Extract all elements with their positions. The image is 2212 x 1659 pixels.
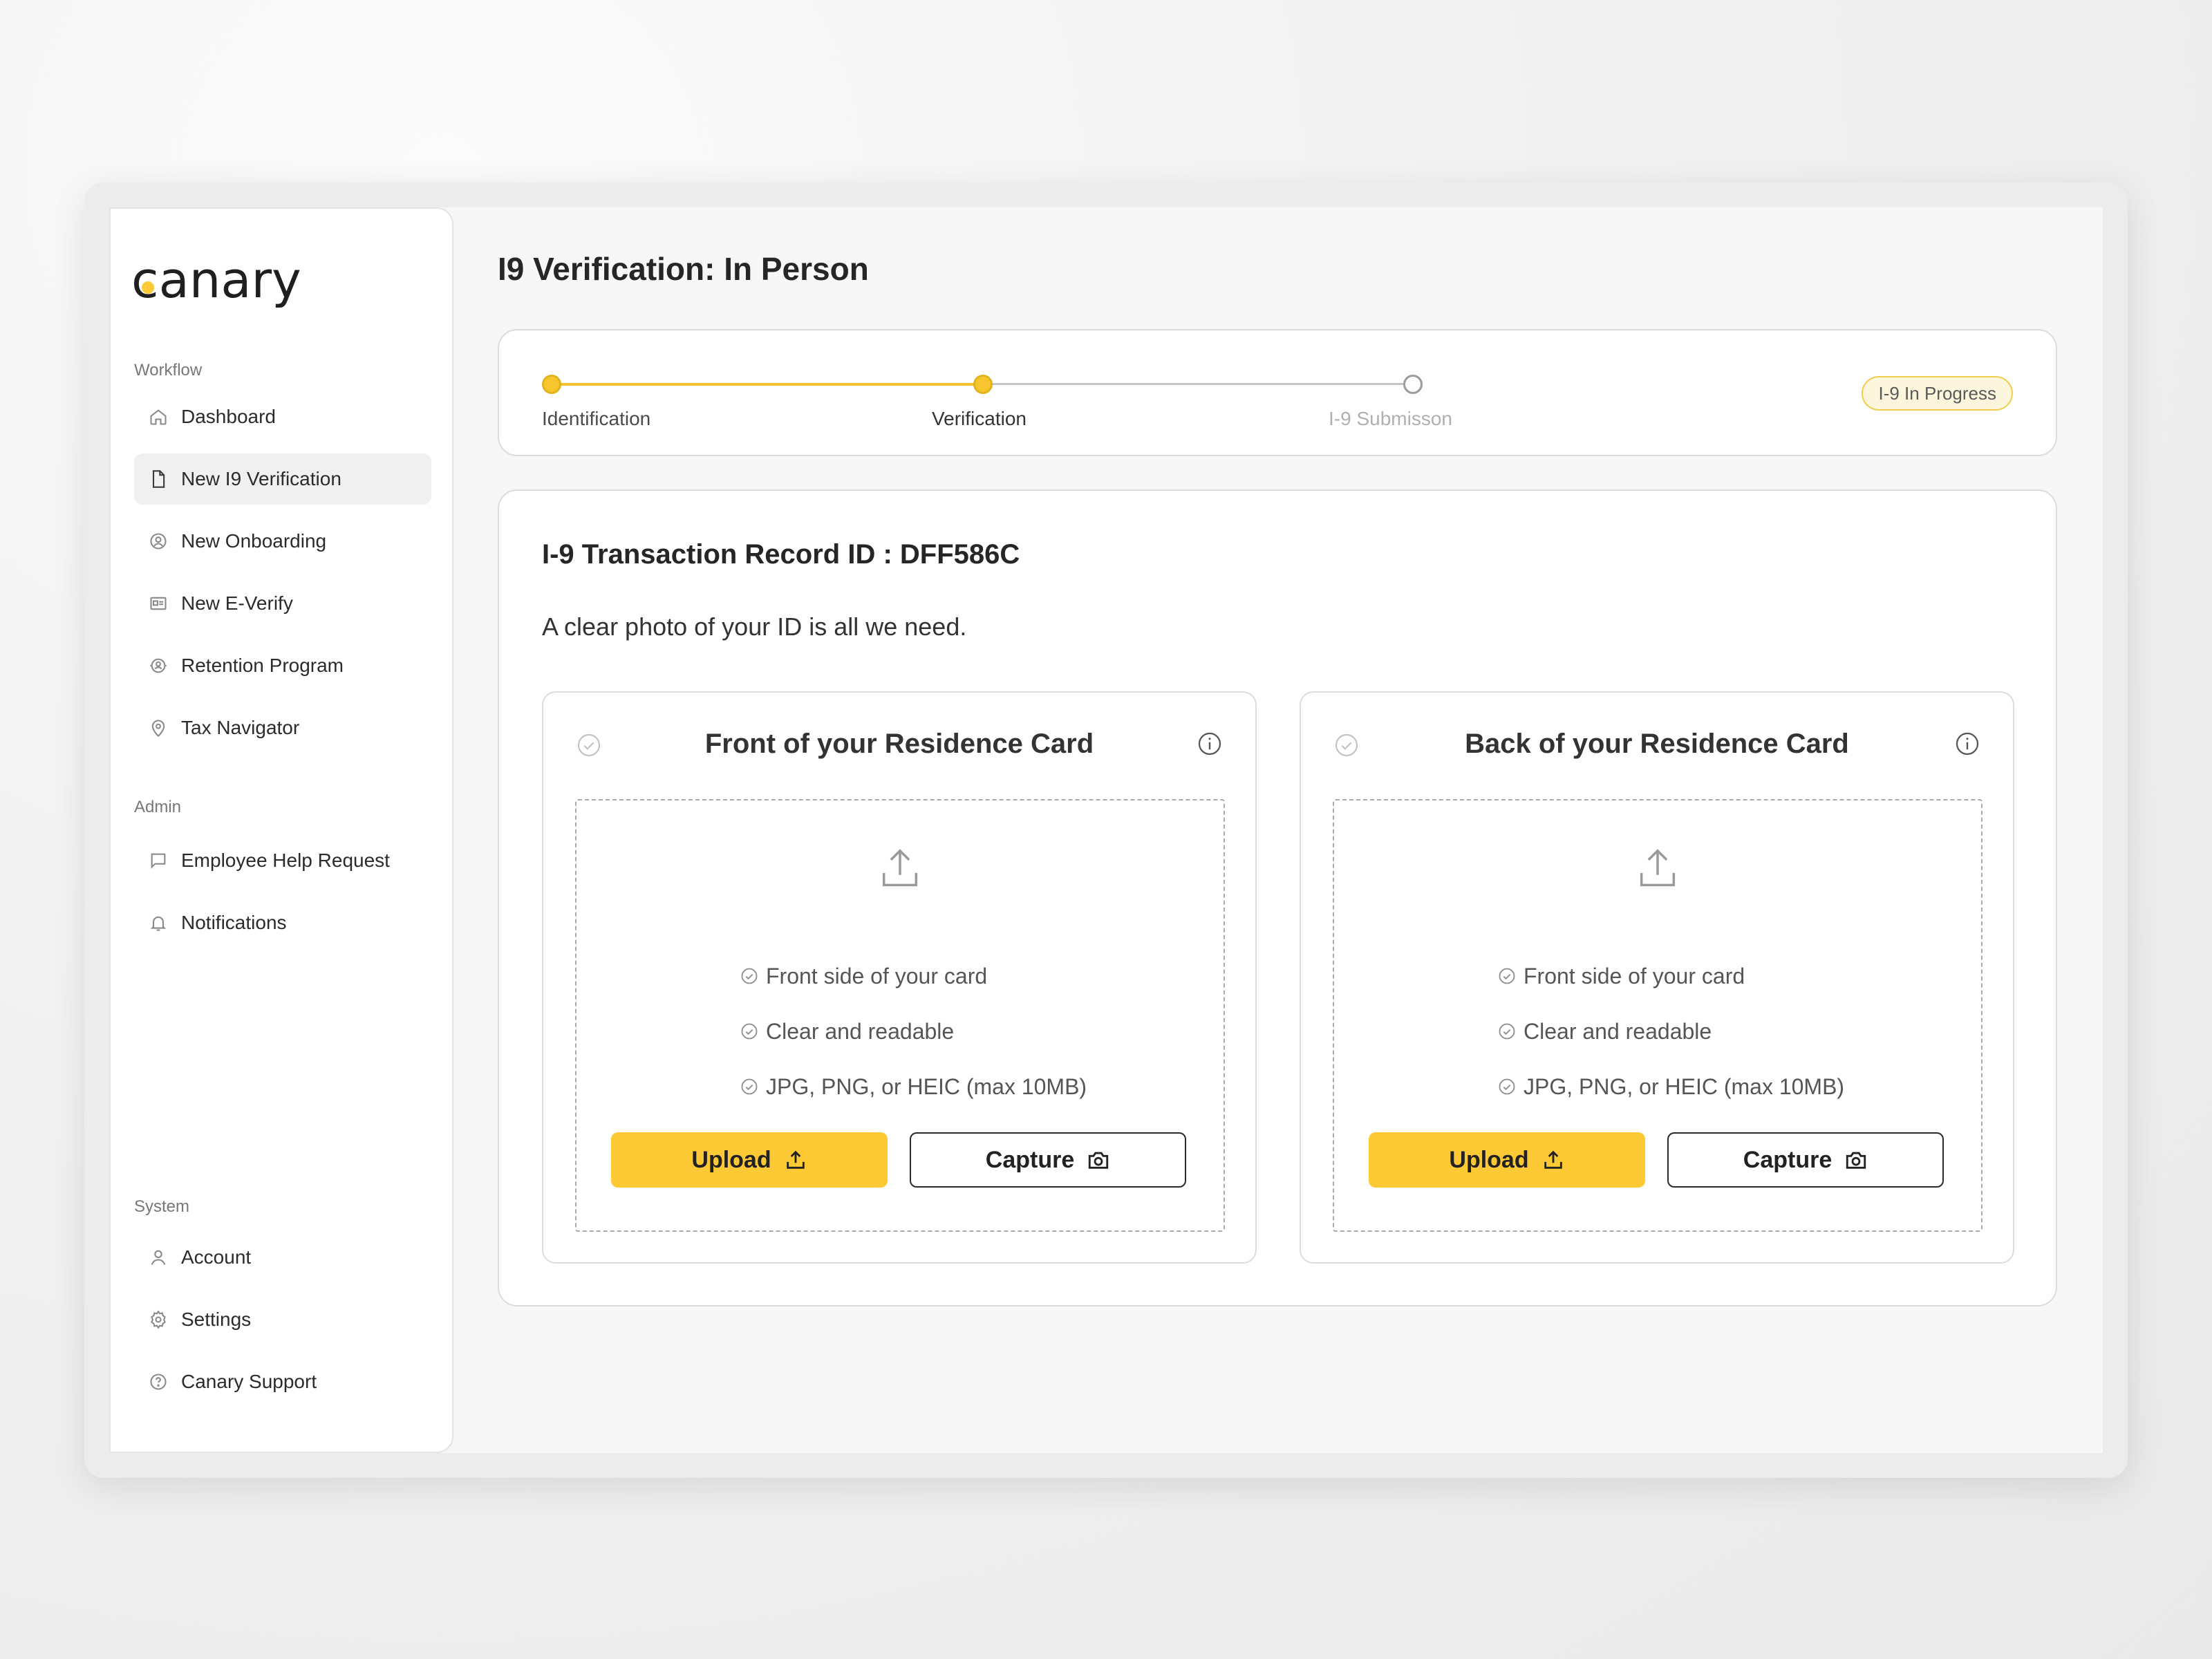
front-card-upload: Front of your Residence Card Front side … [542, 691, 1257, 1264]
step-dot-i9-submission [1403, 375, 1423, 394]
upload-button-label: Upload [691, 1146, 771, 1173]
upload-button[interactable]: Upload [611, 1132, 888, 1188]
sidebar-item-canary-support[interactable]: Canary Support [134, 1356, 431, 1407]
capture-button-label: Capture [985, 1146, 1075, 1173]
id-card-icon [148, 593, 169, 614]
app-window-frame: canary Workflow Dashboard New I9 Verific… [84, 182, 2128, 1478]
capture-button-label: Capture [1743, 1146, 1833, 1173]
sidebar-item-label: Settings [181, 1309, 252, 1330]
status-badge: I-9 In Progress [1862, 376, 2013, 411]
sidebar-item-label: Retention Program [181, 655, 344, 676]
home-icon [148, 406, 169, 427]
capture-button[interactable]: Capture [1667, 1132, 1944, 1188]
upload-icon [786, 1150, 805, 1169]
requirement-text: JPG, PNG, or HEIC (max 10MB) [1524, 1074, 1845, 1099]
info-icon[interactable] [1197, 731, 1222, 756]
sidebar-item-label: Notifications [181, 912, 287, 933]
transaction-record-title: I-9 Transaction Record ID : DFF586C [542, 539, 1020, 570]
requirement-text: Clear and readable [766, 1018, 955, 1044]
svg-text:canary: canary [131, 257, 301, 309]
sidebar: canary Workflow Dashboard New I9 Verific… [109, 207, 453, 1453]
list-item: JPG, PNG, or HEIC (max 10MB) [1497, 1059, 1844, 1114]
onboarding-icon [148, 531, 169, 552]
sidebar-item-label: Account [181, 1246, 252, 1268]
sidebar-item-label: New Onboarding [181, 530, 327, 552]
check-circle-icon [741, 1078, 758, 1095]
upload-button[interactable]: Upload [1369, 1132, 1645, 1188]
check-circle-icon [1499, 1023, 1515, 1040]
bell-icon [148, 912, 169, 933]
sidebar-item-label: Employee Help Request [181, 850, 390, 871]
sidebar-item-settings[interactable]: Settings [134, 1294, 431, 1345]
check-circle-icon [741, 968, 758, 984]
upload-tray-icon [1640, 849, 1676, 887]
app-screen: canary Workflow Dashboard New I9 Verific… [109, 207, 2103, 1453]
sidebar-item-retention-program[interactable]: Retention Program [134, 640, 431, 691]
check-circle-icon [741, 1023, 758, 1040]
sidebar-item-new-onboarding[interactable]: New Onboarding [134, 516, 431, 567]
upload-tray-icon [882, 849, 918, 887]
step-dot-verification [973, 375, 993, 394]
card-title: Back of your Residence Card [1465, 729, 1849, 759]
progress-stepper: Identification Verification I-9 Submisso… [498, 329, 2057, 456]
sidebar-item-label: Canary Support [181, 1371, 317, 1392]
help-circle-icon [148, 1371, 169, 1392]
sidebar-item-tax-navigator[interactable]: Tax Navigator [134, 702, 431, 753]
sidebar-item-label: New E-Verify [181, 592, 293, 614]
requirements-list: Front side of your card Clear and readab… [1497, 948, 1844, 1114]
sidebar-item-label: Tax Navigator [181, 717, 300, 738]
requirement-text: JPG, PNG, or HEIC (max 10MB) [766, 1074, 1087, 1099]
info-icon[interactable] [1955, 731, 1980, 756]
list-item: Clear and readable [740, 1004, 1087, 1059]
file-dropzone[interactable]: Front side of your card Clear and readab… [575, 799, 1225, 1232]
check-circle-icon [1499, 968, 1515, 984]
stepper-line-complete [552, 383, 975, 386]
sidebar-item-notifications[interactable]: Notifications [134, 897, 431, 948]
sidebar-item-new-i9-verification[interactable]: New I9 Verification [134, 453, 431, 505]
instruction-text: A clear photo of your ID is all we need. [542, 612, 967, 641]
user-icon [148, 1247, 169, 1268]
retention-icon [148, 655, 169, 676]
capture-button[interactable]: Capture [910, 1132, 1186, 1188]
stepper-line-pending [975, 383, 1403, 385]
gear-icon [148, 1309, 169, 1330]
sidebar-item-label: Dashboard [181, 406, 276, 427]
list-item: JPG, PNG, or HEIC (max 10MB) [740, 1059, 1087, 1114]
document-icon [148, 469, 169, 489]
sidebar-item-employee-help-request[interactable]: Employee Help Request [134, 835, 431, 886]
requirement-text: Clear and readable [1524, 1018, 1712, 1044]
requirement-text: Front side of your card [766, 963, 988, 988]
id-upload-panel: I-9 Transaction Record ID : DFF586C A cl… [498, 489, 2057, 1306]
upload-icon [1544, 1150, 1562, 1169]
list-item: Front side of your card [1497, 948, 1844, 1004]
canary-logo-icon: canary [131, 257, 301, 309]
sidebar-item-account[interactable]: Account [134, 1232, 431, 1283]
location-pin-icon [148, 718, 169, 738]
card-title: Front of your Residence Card [704, 729, 1094, 759]
step-label-i9-submission: I-9 Submisson [1329, 408, 1452, 429]
upload-button-label: Upload [1449, 1146, 1529, 1173]
file-dropzone[interactable]: Front side of your card Clear and readab… [1333, 799, 1983, 1232]
step-label-identification: Identification [542, 408, 651, 429]
requirement-text: Front side of your card [1524, 963, 1745, 988]
step-dot-identification [542, 375, 561, 394]
canary-logo[interactable]: canary [131, 257, 318, 312]
sidebar-item-dashboard[interactable]: Dashboard [134, 391, 431, 442]
camera-icon [1089, 1152, 1109, 1169]
workflow-section-label: Workflow [134, 361, 203, 379]
list-item: Front side of your card [740, 948, 1087, 1004]
camera-icon [1846, 1152, 1866, 1169]
admin-section-label: Admin [134, 798, 182, 816]
sidebar-item-label: New I9 Verification [181, 468, 341, 489]
chat-icon [148, 850, 169, 871]
sidebar-item-new-e-verify[interactable]: New E-Verify [134, 578, 431, 629]
requirements-list: Front side of your card Clear and readab… [740, 948, 1087, 1114]
check-circle-icon [1499, 1078, 1515, 1095]
page-title: I9 Verification: In Person [498, 251, 869, 287]
system-section-label: System [134, 1197, 190, 1216]
step-label-verification: Verification [932, 408, 1027, 429]
back-card-upload: Back of your Residence Card Front side o… [1300, 691, 2014, 1264]
list-item: Clear and readable [1497, 1004, 1844, 1059]
